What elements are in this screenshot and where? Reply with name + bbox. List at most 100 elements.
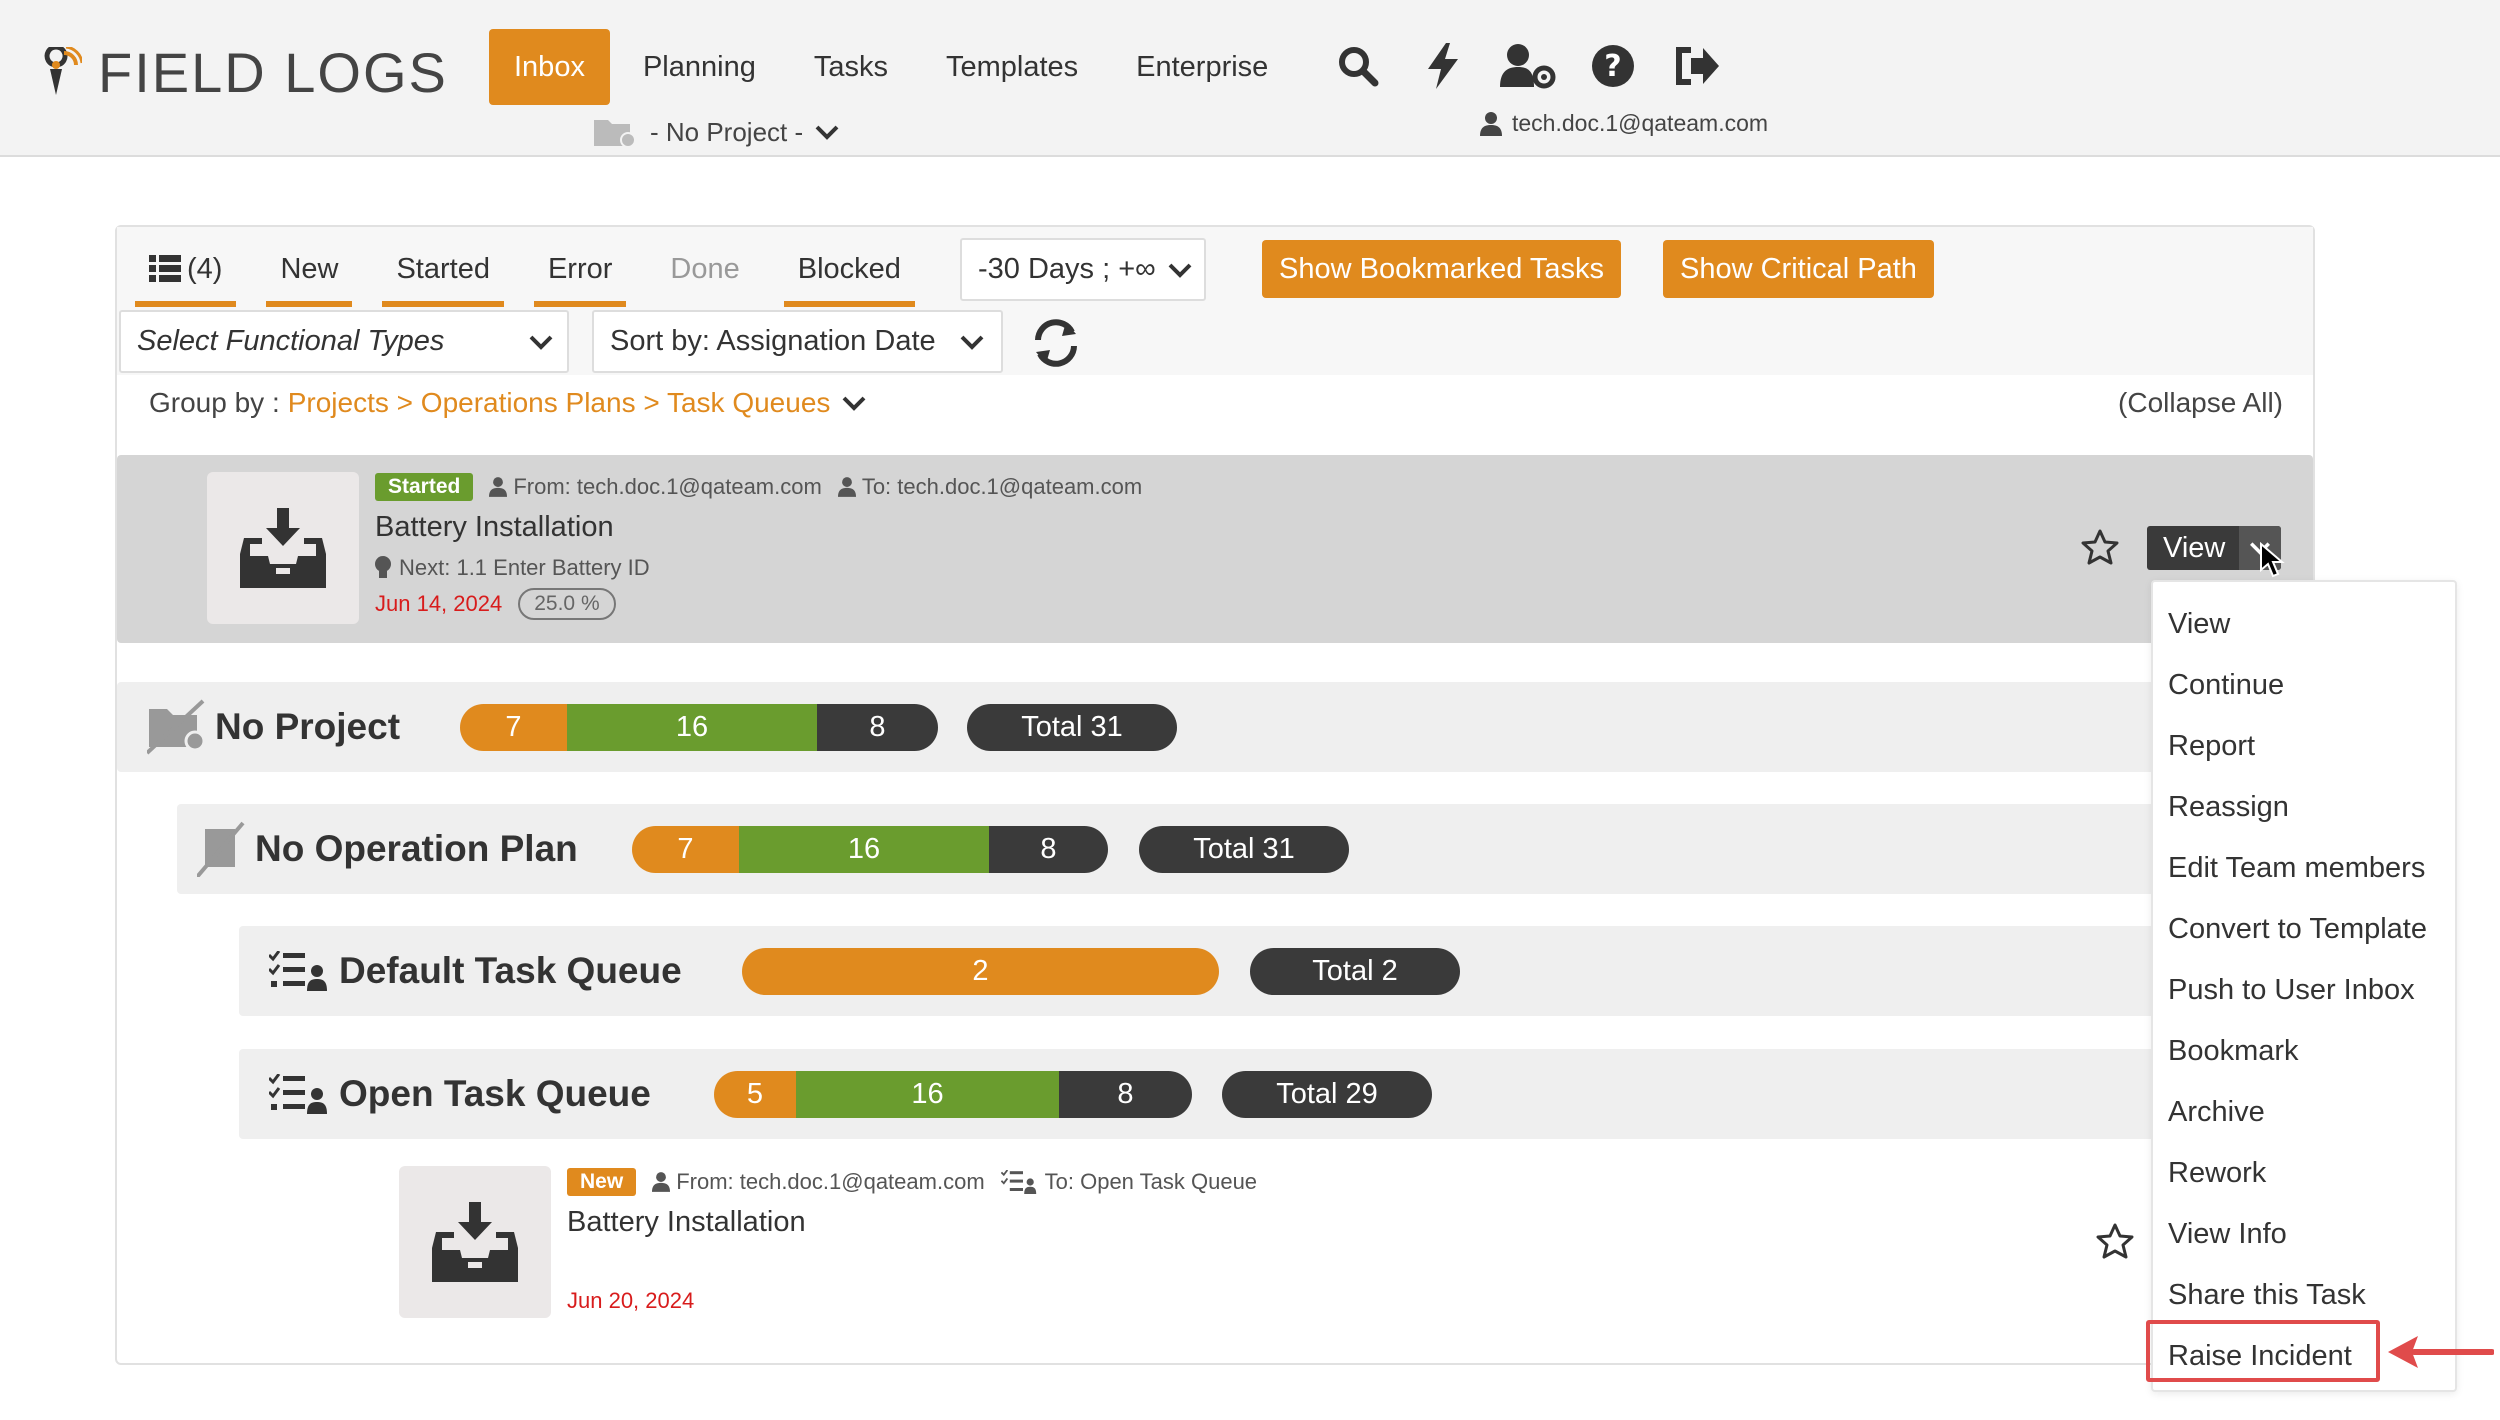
- task-from: From: tech.doc.1@qateam.com: [489, 474, 822, 500]
- project-selector[interactable]: - No Project -: [594, 116, 839, 148]
- total-pill: Total 2: [1250, 948, 1460, 995]
- user-icon: [489, 477, 508, 497]
- nav-inbox[interactable]: Inbox: [489, 29, 610, 105]
- task-queue-icon: [269, 1074, 327, 1114]
- status-badge: New: [567, 1168, 637, 1196]
- folder-project-icon: [147, 699, 206, 755]
- menu-item-view[interactable]: View: [2153, 594, 2455, 655]
- refresh-icon[interactable]: [1026, 315, 1086, 371]
- group-by-control[interactable]: Group by : Projects > Operations Plans >…: [149, 387, 866, 419]
- inbox-toolbar: (4) New Started Error Done Blocked -30 D…: [117, 227, 2313, 375]
- date-range-select[interactable]: -30 Days ; +∞: [960, 238, 1206, 301]
- task-to: To: Open Task Queue: [1000, 1169, 1258, 1195]
- task-date-row: Jun 14, 2024 25.0 %: [375, 588, 616, 620]
- chevron-down-icon: [815, 125, 839, 140]
- task-thumbnail: [399, 1166, 551, 1318]
- group-title: Open Task Queue: [339, 1073, 651, 1114]
- lightning-icon[interactable]: [1415, 38, 1471, 94]
- menu-item-report[interactable]: Report: [2153, 716, 2455, 777]
- status-bar: 5 16 8: [714, 1071, 1192, 1118]
- group-by-label: Group by :: [149, 387, 280, 418]
- task-to-text: To: Open Task Queue: [1044, 1169, 1258, 1194]
- tab-started[interactable]: Started: [382, 237, 504, 307]
- status-bar: 2: [742, 948, 1219, 995]
- user-icon: [652, 1172, 671, 1192]
- task-from: From: tech.doc.1@qateam.com: [652, 1169, 985, 1195]
- user-icon: [837, 477, 856, 497]
- chevron-down-icon: [842, 396, 866, 411]
- menu-item-convert-to-template[interactable]: Convert to Template: [2153, 899, 2455, 960]
- view-button-label: View: [2163, 531, 2226, 564]
- status-badge: Started: [375, 473, 474, 501]
- mouse-cursor-icon: [2260, 542, 2285, 578]
- location-pin-icon: [44, 46, 82, 95]
- current-user: tech.doc.1@qateam.com: [1480, 110, 1768, 137]
- group-no-project[interactable]: No Project 7 16 8 Total 31: [117, 682, 2197, 772]
- menu-item-continue[interactable]: Continue: [2153, 655, 2455, 716]
- task-title: Battery Installation: [375, 511, 614, 543]
- chevron-down-icon: [1168, 263, 1192, 278]
- menu-item-bookmark[interactable]: Bookmark: [2153, 1021, 2455, 1082]
- bar-seg-blocked: 8: [817, 704, 938, 751]
- nav-tasks[interactable]: Tasks: [789, 29, 913, 105]
- task-to-text: To: tech.doc.1@qateam.com: [861, 474, 1143, 499]
- show-bookmarked-button[interactable]: Show Bookmarked Tasks: [1262, 240, 1622, 298]
- task-next-step: Next: 1.1 Enter Battery ID: [375, 555, 650, 581]
- task-title: Battery Installation: [567, 1206, 806, 1238]
- nav-enterprise[interactable]: Enterprise: [1111, 29, 1293, 105]
- tab-all[interactable]: (4): [135, 237, 237, 307]
- tab-error[interactable]: Error: [533, 237, 627, 307]
- group-by-path[interactable]: Projects > Operations Plans > Task Queue…: [288, 387, 831, 419]
- chevron-down-icon: [529, 335, 553, 350]
- task-card-new[interactable]: New From: tech.doc.1@qateam.com To: Open…: [399, 1166, 2139, 1326]
- user-settings-icon[interactable]: [1500, 38, 1556, 94]
- task-from-text: From: tech.doc.1@qateam.com: [676, 1169, 985, 1194]
- menu-item-reassign[interactable]: Reassign: [2153, 777, 2455, 838]
- search-icon[interactable]: [1330, 38, 1386, 94]
- tab-blocked[interactable]: Blocked: [783, 237, 915, 307]
- menu-item-push-to-user-inbox[interactable]: Push to User Inbox: [2153, 960, 2455, 1021]
- date-range-value: -30 Days ; +∞: [978, 253, 1156, 285]
- tab-new[interactable]: New: [266, 237, 353, 307]
- task-to: To: tech.doc.1@qateam.com: [837, 474, 1143, 500]
- total-pill: Total 29: [1222, 1071, 1432, 1118]
- logout-icon[interactable]: [1670, 38, 1726, 94]
- menu-item-rework[interactable]: Rework: [2153, 1143, 2455, 1204]
- status-bar: 7 16 8: [460, 704, 938, 751]
- inbox-download-icon: [432, 1202, 518, 1282]
- bar-seg-started: 16: [739, 826, 989, 873]
- sort-select-value: Sort by: Assignation Date: [610, 325, 936, 357]
- tab-done[interactable]: Done: [656, 237, 753, 307]
- group-no-operation-plan[interactable]: No Operation Plan 7 16 8 Total 31: [177, 804, 2197, 894]
- status-bar: 7 16 8: [632, 826, 1108, 873]
- show-critical-path-button[interactable]: Show Critical Path: [1663, 240, 1934, 298]
- nav-planning[interactable]: Planning: [618, 29, 781, 105]
- collapse-all-link[interactable]: (Collapse All): [2118, 387, 2283, 419]
- group-default-task-queue[interactable]: Default Task Queue 2 Total 2: [239, 926, 2197, 1016]
- bookmark-star-icon[interactable]: [2096, 1222, 2136, 1262]
- nav-templates[interactable]: Templates: [921, 29, 1103, 105]
- sort-select[interactable]: Sort by: Assignation Date: [592, 310, 1003, 373]
- tab-all-count: (4): [187, 253, 223, 285]
- total-pill: Total 31: [967, 704, 1177, 751]
- menu-item-archive[interactable]: Archive: [2153, 1082, 2455, 1143]
- task-meta-row: Started From: tech.doc.1@qateam.com To: …: [375, 473, 1158, 501]
- menu-item-edit-team-members[interactable]: Edit Team members: [2153, 838, 2455, 899]
- menu-item-view-info[interactable]: View Info: [2153, 1204, 2455, 1265]
- task-meta-row: New From: tech.doc.1@qateam.com To: Open…: [567, 1168, 1273, 1196]
- bar-seg-started: 16: [567, 704, 817, 751]
- help-icon[interactable]: ?: [1585, 38, 1641, 94]
- task-from-text: From: tech.doc.1@qateam.com: [513, 474, 822, 499]
- menu-item-share-task[interactable]: Share this Task: [2153, 1265, 2455, 1326]
- bookmark-star-icon[interactable]: [2081, 528, 2121, 568]
- list-icon: [149, 255, 181, 282]
- task-date: Jun 14, 2024: [375, 591, 503, 616]
- group-open-task-queue[interactable]: Open Task Queue 5 16 8 Total 29: [239, 1049, 2197, 1139]
- status-tabs: (4) New Started Error Done Blocked: [135, 237, 945, 307]
- functional-types-select[interactable]: Select Functional Types: [119, 310, 569, 373]
- callout-arrow-icon: [2388, 1336, 2494, 1368]
- app-logo[interactable]: FIELD LOGS: [40, 40, 448, 105]
- task-card-started[interactable]: Started From: tech.doc.1@qateam.com To: …: [117, 455, 2313, 643]
- folder-icon: [594, 120, 636, 148]
- bar-seg-new: 2: [742, 948, 1219, 995]
